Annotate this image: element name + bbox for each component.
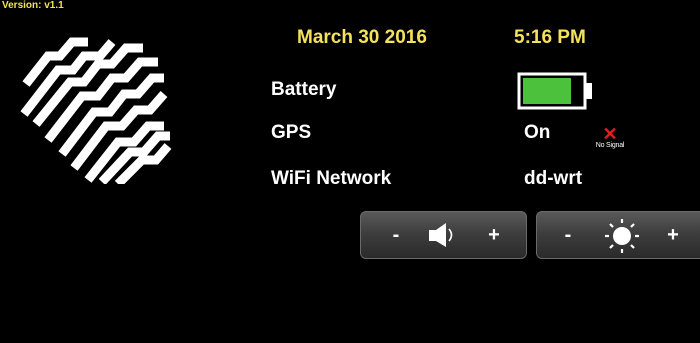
- wifi-value: dd-wrt: [524, 168, 583, 189]
- logo-icon: [20, 37, 172, 184]
- gps-signal-status: ✕ No Signal: [585, 124, 635, 149]
- battery-fill: [523, 78, 571, 104]
- gps-value: On: [524, 122, 551, 143]
- time-display: 5:16 PM: [514, 27, 586, 48]
- sun-icon: [605, 219, 639, 253]
- volume-control: - +: [360, 211, 527, 259]
- version-label: Version: v1.1: [2, 0, 64, 11]
- brightness-control: - +: [536, 211, 700, 259]
- brightness-down-button[interactable]: -: [553, 220, 583, 250]
- no-signal-text: No Signal: [595, 142, 625, 149]
- wifi-label: WiFi Network: [271, 168, 392, 189]
- speaker-icon: [429, 223, 453, 247]
- brightness-up-button[interactable]: +: [658, 220, 688, 250]
- x-icon: ✕: [602, 124, 618, 144]
- volume-up-button[interactable]: +: [479, 220, 509, 250]
- battery-label: Battery: [271, 79, 337, 100]
- battery-icon: [517, 72, 592, 110]
- gps-label: GPS: [271, 122, 312, 143]
- volume-down-button[interactable]: -: [381, 220, 411, 250]
- date-display: March 30 2016: [297, 27, 427, 48]
